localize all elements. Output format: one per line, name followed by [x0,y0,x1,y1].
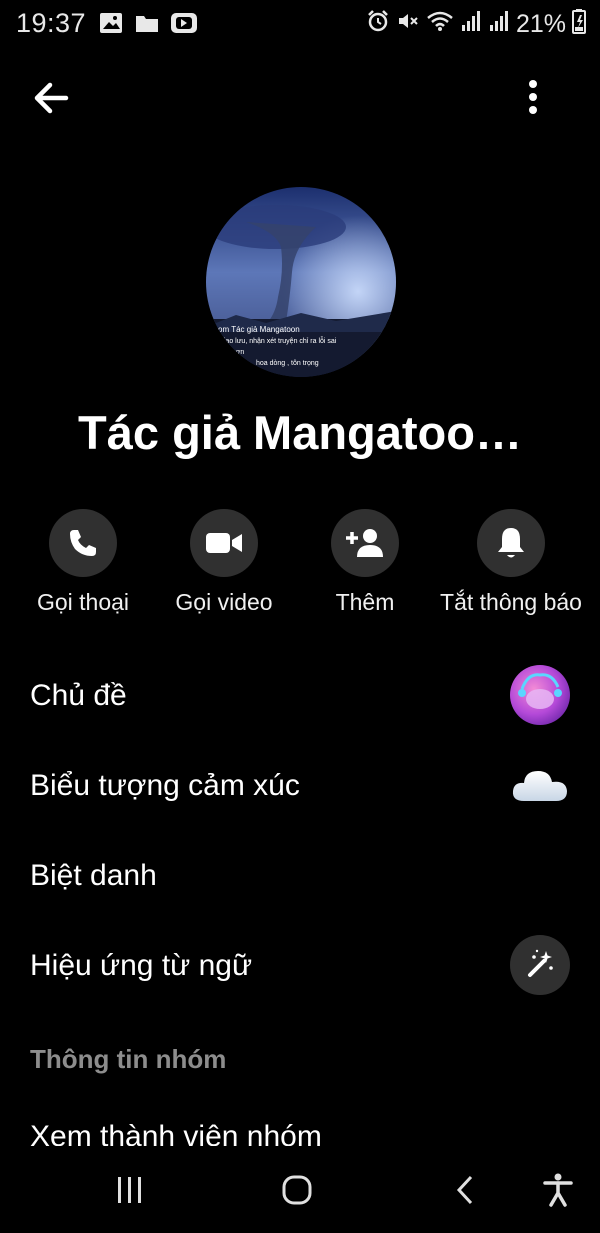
wifi-icon [426,9,454,40]
home-button[interactable] [267,1168,327,1212]
folder-icon [134,10,160,41]
theme-row[interactable]: Chủ đề [0,655,600,735]
status-notification-icons [98,10,198,41]
image-icon [98,10,124,41]
word-effects-row[interactable]: Hiệu ứng từ ngữ [0,925,600,1005]
recent-apps-icon [118,1177,141,1203]
youtube-icon [170,10,198,41]
signal-icon [460,9,482,40]
voice-call-button[interactable]: Gọi thoại [8,509,158,616]
battery-percentage: 21% [515,10,566,38]
back-button[interactable] [28,76,76,120]
add-member-button[interactable]: Thêm [290,509,440,616]
signal-icon [488,9,510,40]
video-call-circle [190,509,258,577]
accessibility-icon [543,1173,573,1207]
status-system-icons: 21% [366,8,586,41]
status-bar: 19:37 21% [0,0,600,48]
add-member-circle [331,509,399,577]
bell-icon [498,528,524,558]
more-vertical-icon [529,80,537,114]
group-info-header: Thông tin nhóm [30,1044,227,1074]
nickname-label: Biệt danh [30,859,157,892]
recent-apps-button[interactable] [100,1168,160,1212]
theme-label: Chủ đề [30,679,127,712]
avatar-caption-1: om Tác giả Mangatoon [218,325,300,334]
alarm-icon [366,9,390,40]
group-name: Tác giả Mangatoo… [78,406,522,459]
video-camera-icon [206,533,242,553]
voice-call-label: Gọi thoại [36,589,130,615]
mute-notifications-circle [477,509,545,577]
phone-icon [70,530,96,556]
word-effects-label: Hiệu ứng từ ngữ [30,949,253,982]
status-time: 19:37 [16,8,87,38]
emoji-row[interactable]: Biểu tượng cảm xúc [0,745,600,825]
add-person-icon [346,529,383,557]
magic-wand-icon-container [510,935,570,995]
system-nav-bar [0,1148,600,1233]
mute-notifications-button[interactable]: Tắt thông báo [436,509,586,616]
nickname-row[interactable]: Biệt danh [0,835,600,915]
video-call-label: Gọi video [175,589,273,615]
voice-call-circle [49,509,117,577]
chevron-left-icon [456,1175,473,1205]
avatar-caption-3: t hơn [228,349,244,356]
more-options-button[interactable] [516,76,550,120]
add-member-label: Thêm [335,589,395,615]
view-members-row[interactable]: Xem thành viên nhóm [30,1120,322,1146]
emoji-label: Biểu tượng cảm xúc [30,769,300,802]
avatar-caption-2: giao lưu, nhận xét truyện chỉ ra lỗi sai [220,336,337,345]
arrow-left-icon [34,82,69,114]
accessibility-button[interactable] [528,1168,588,1212]
magic-wand-icon [528,949,553,977]
cloud-emoji-icon [510,755,570,815]
video-call-button[interactable]: Gọi video [149,509,299,616]
mute-notifications-label: Tắt thông báo [440,589,582,615]
battery-icon [572,8,586,41]
group-avatar[interactable]: om Tác giả Mangatoon giao lưu, nhận xét … [206,187,396,377]
mute-icon [396,9,420,40]
nav-back-button[interactable] [435,1168,495,1212]
theme-thumbnail [510,665,570,725]
home-icon [282,1175,312,1205]
avatar-caption-4: hoa dòng , tôn trọng [256,360,319,367]
